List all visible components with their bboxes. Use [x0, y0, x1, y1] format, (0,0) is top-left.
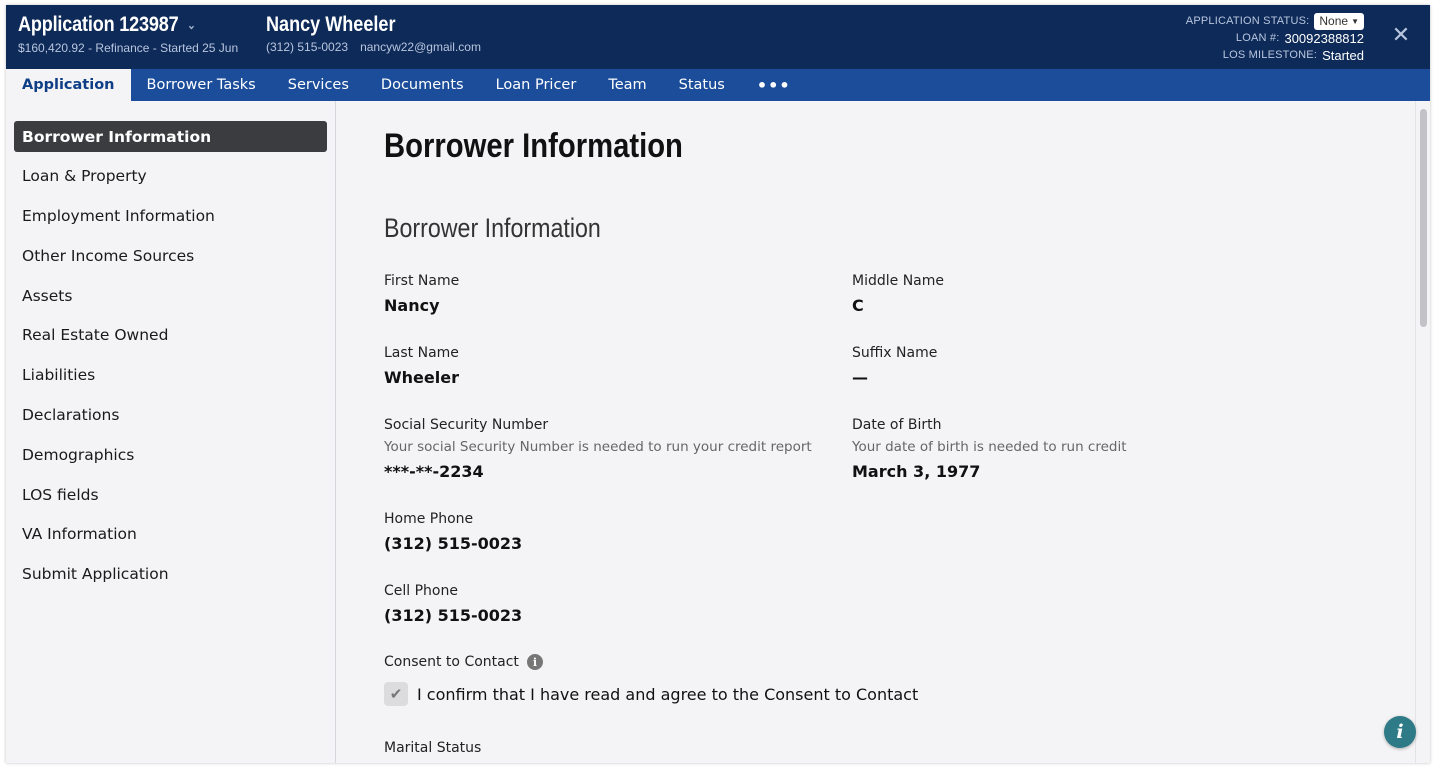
field-label: Cell Phone	[384, 583, 458, 599]
milestone-row: LOS MILESTONE: Started	[1186, 47, 1364, 64]
field-help: Your date of birth is needed to run cred…	[852, 439, 1127, 455]
borrower-phone: (312) 515-0023	[266, 40, 349, 54]
sidebar-item-va-information[interactable]: VA Information	[14, 519, 327, 550]
sidebar-item-employment-information[interactable]: Employment Information	[14, 201, 327, 232]
main-tabs: Application Borrower Tasks Services Docu…	[6, 69, 1430, 101]
field-value: March 3, 1977	[852, 462, 981, 481]
last-name-field: Last Name Wheeler	[384, 345, 824, 387]
home-phone-field: Home Phone (312) 515-0023	[384, 511, 824, 553]
content-scrollbar[interactable]	[1415, 101, 1430, 763]
tab-team[interactable]: Team	[592, 69, 662, 101]
sidebar-item-submit-application[interactable]: Submit Application	[14, 559, 327, 590]
first-name-field: First Name Nancy	[384, 273, 824, 315]
sidebar-item-loan-property[interactable]: Loan & Property	[14, 161, 327, 192]
field-label: Date of Birth	[852, 417, 942, 433]
field-label: Home Phone	[384, 511, 474, 527]
suffix-name-field: Suffix Name —	[852, 345, 1292, 387]
field-value: (312) 515-0023	[384, 534, 523, 553]
sidebar-item-demographics[interactable]: Demographics	[14, 439, 327, 470]
page-title: Borrower Information	[384, 127, 683, 165]
milestone-value: Started	[1322, 48, 1364, 63]
field-label: Suffix Name	[852, 345, 938, 361]
loan-number-label: LOAN #:	[1235, 32, 1280, 44]
tab-status[interactable]: Status	[663, 69, 741, 101]
sidebar-item-declarations[interactable]: Declarations	[14, 400, 327, 431]
checkmark-icon: ✔	[389, 685, 403, 703]
field-label: First Name	[384, 273, 460, 289]
field-value: (312) 515-0023	[384, 606, 523, 625]
sidebar-item-real-estate-owned[interactable]: Real Estate Owned	[14, 320, 327, 351]
scrollbar-thumb[interactable]	[1420, 109, 1427, 327]
field-value: Wheeler	[384, 368, 459, 387]
close-icon[interactable]: ✕	[1390, 25, 1412, 47]
dob-field: Date of Birth Your date of birth is need…	[852, 417, 1292, 481]
field-value: C	[852, 296, 864, 315]
tab-loan-pricer[interactable]: Loan Pricer	[480, 69, 593, 101]
field-value: ***-**-2234	[384, 462, 484, 481]
application-status-value: None	[1319, 14, 1349, 28]
consent-checkbox-row: ✔ I confirm that I have read and agree t…	[384, 682, 918, 706]
application-status-label: APPLICATION STATUS:	[1185, 15, 1310, 27]
consent-label-row: Consent to Contact i	[384, 654, 543, 670]
tab-application[interactable]: Application	[6, 69, 131, 101]
sidebar-item-los-fields[interactable]: LOS fields	[14, 479, 327, 510]
application-selector[interactable]: Application 123987 ⌄	[18, 13, 196, 37]
borrower-email: nancyw22@gmail.com	[360, 40, 481, 54]
application-status-select[interactable]: None ▼	[1314, 13, 1364, 30]
application-window: Application 123987 ⌄ $160,420.92 - Refin…	[6, 5, 1430, 763]
consent-checkbox[interactable]: ✔	[384, 682, 408, 706]
field-label: Last Name	[384, 345, 459, 361]
middle-name-field: Middle Name C	[852, 273, 1292, 315]
consent-checkbox-text: I confirm that I have read and agree to …	[417, 684, 919, 704]
tab-documents[interactable]: Documents	[365, 69, 480, 101]
status-block: APPLICATION STATUS: None ▼ LOAN #: 30092…	[1186, 13, 1364, 64]
loan-number-row: LOAN #: 30092388812	[1186, 30, 1364, 47]
consent-label: Consent to Contact	[384, 654, 519, 670]
application-subtitle: $160,420.92 - Refinance - Started 25 Jun	[18, 41, 239, 55]
loan-number-value: 30092388812	[1284, 31, 1364, 46]
application-status-row: APPLICATION STATUS: None ▼	[1186, 13, 1364, 30]
tab-borrower-tasks[interactable]: Borrower Tasks	[131, 69, 272, 101]
chevron-down-icon: ▼	[1351, 17, 1359, 26]
more-tabs-icon[interactable]: •••	[741, 69, 807, 101]
marital-status-label: Marital Status	[384, 740, 482, 756]
borrower-contact: (312) 515-0023 nancyw22@gmail.com	[266, 40, 481, 54]
field-label: Social Security Number	[384, 417, 549, 433]
sidebar-item-other-income-sources[interactable]: Other Income Sources	[14, 240, 327, 271]
info-icon[interactable]: i	[526, 654, 543, 670]
field-help: Your social Security Number is needed to…	[384, 439, 812, 455]
sidebar: Borrower Information Loan & Property Emp…	[6, 101, 336, 763]
app-header: Application 123987 ⌄ $160,420.92 - Refin…	[6, 5, 1430, 69]
main-content: Borrower Information Borrower Informatio…	[337, 101, 1415, 763]
field-value: Nancy	[384, 296, 440, 315]
chevron-down-icon: ⌄	[187, 18, 196, 32]
milestone-label: LOS MILESTONE:	[1222, 49, 1318, 61]
help-info-icon[interactable]: i	[1384, 716, 1416, 748]
tab-services[interactable]: Services	[272, 69, 365, 101]
application-title: Application 123987	[18, 13, 179, 36]
field-label: Middle Name	[852, 273, 944, 289]
section-title: Borrower Information	[384, 213, 601, 243]
sidebar-item-borrower-information[interactable]: Borrower Information	[14, 121, 327, 152]
cell-phone-field: Cell Phone (312) 515-0023	[384, 583, 824, 625]
field-value: —	[852, 368, 868, 387]
borrower-name: Nancy Wheeler	[266, 13, 396, 36]
ssn-field: Social Security Number Your social Secur…	[384, 417, 824, 481]
sidebar-item-liabilities[interactable]: Liabilities	[14, 360, 327, 391]
sidebar-item-assets[interactable]: Assets	[14, 280, 327, 311]
